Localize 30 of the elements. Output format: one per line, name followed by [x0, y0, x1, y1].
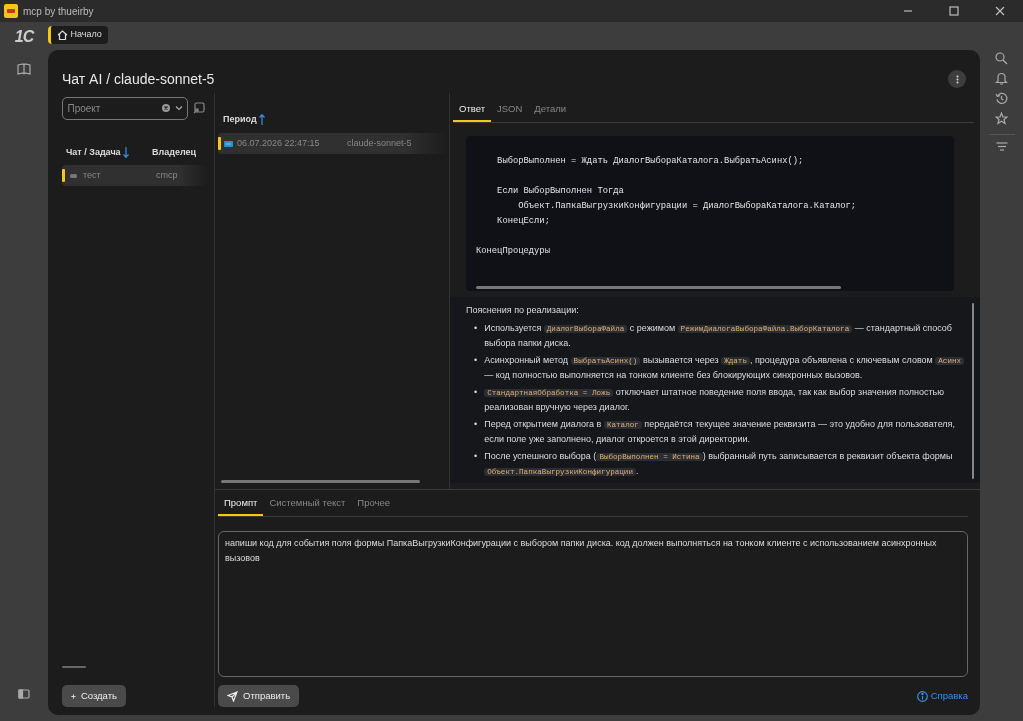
- code-line: КонецЕсли;: [496, 215, 551, 228]
- bullet: •: [474, 321, 478, 335]
- project-field[interactable]: Проект: [62, 96, 188, 120]
- tab[interactable]: JSON: [491, 99, 529, 122]
- code-line: ВыборВыполнен = Ждать ДиалогВыбораКаталога.ВыбратьАсинх();: [496, 155, 805, 168]
- page-title: Чат AI / claude-sonnet-5: [62, 69, 215, 89]
- home-tab[interactable]: Начало: [48, 26, 108, 44]
- window-title: mcp by thueirby: [23, 4, 94, 19]
- bullet: •: [474, 353, 478, 367]
- column-header[interactable]: Владелец: [152, 145, 197, 160]
- text-input[interactable]: Проект: [65, 99, 156, 117]
- tab[interactable]: Ответ: [453, 99, 491, 122]
- send-button[interactable]: Отправить: [218, 685, 300, 707]
- code-line: КонецПроцедуры: [476, 245, 551, 258]
- tab[interactable]: Системный текст: [263, 493, 352, 516]
- code-line: Объект.ПапкаВыгрузкиКонфигурации = ДиалогВыбораКаталога.Каталог;: [517, 200, 858, 213]
- bullet: •: [474, 385, 478, 399]
- help-link[interactable]: Справка: [917, 688, 968, 704]
- bullet: •: [474, 417, 478, 431]
- column-header[interactable]: Период: [223, 112, 257, 127]
- notes-heading: Пояснения по реализации:: [466, 304, 580, 317]
- column-header[interactable]: Чат / Задача: [66, 145, 121, 160]
- tab[interactable]: Прочее: [351, 493, 396, 516]
- code-line: Если ВыборВыполнен Тогда: [496, 185, 625, 198]
- bullet: •: [474, 449, 478, 463]
- prompt-field[interactable]: напиши код для события поля формы ПапкаВыгрузкиКонфигурации с выбором папки диска. код должен выполняться на тонком клиенте с использованием асинхронных вызовов: [218, 531, 968, 677]
- tab[interactable]: Детали: [528, 99, 573, 122]
- logo: 1С: [14, 26, 34, 47]
- create-button[interactable]: Создать: [62, 685, 126, 707]
- tab[interactable]: Промпт: [218, 493, 264, 516]
